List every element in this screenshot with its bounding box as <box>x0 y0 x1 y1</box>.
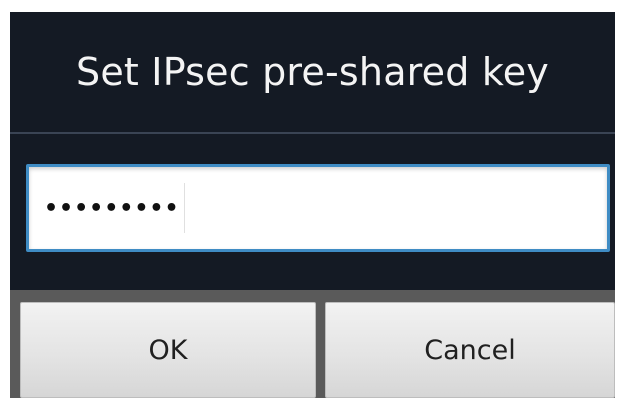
ok-button[interactable]: OK <box>20 302 316 398</box>
pre-shared-key-input[interactable]: ••••••••• <box>26 164 610 252</box>
ipsec-key-dialog: Set IPsec pre-shared key ••••••••• OK Ca… <box>0 0 623 398</box>
dialog-button-bar: OK Cancel <box>10 290 615 398</box>
dialog-content: ••••••••• <box>10 134 615 290</box>
dialog-title-bar: Set IPsec pre-shared key <box>10 12 615 132</box>
cancel-button[interactable]: Cancel <box>325 302 615 398</box>
dialog-frame-left <box>0 12 10 398</box>
dialog-title: Set IPsec pre-shared key <box>76 50 549 94</box>
cancel-button-label: Cancel <box>424 334 516 366</box>
text-cursor <box>183 183 185 233</box>
ok-button-label: OK <box>148 334 188 366</box>
dialog-frame-top <box>0 0 623 12</box>
dialog-frame-right <box>615 12 623 398</box>
masked-password-text: ••••••••• <box>44 195 180 221</box>
